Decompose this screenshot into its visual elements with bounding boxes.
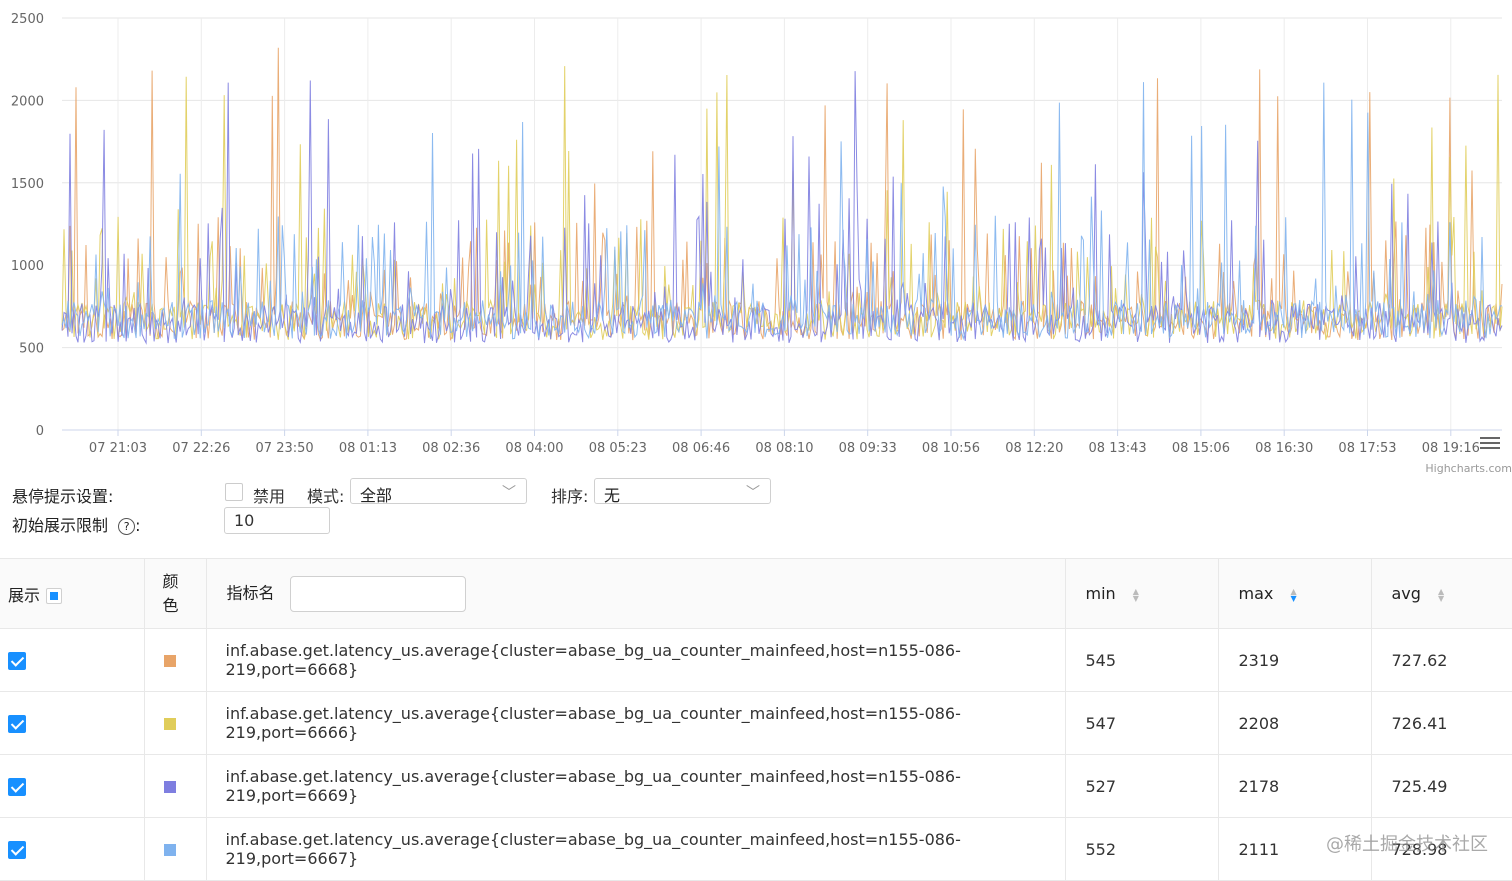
col-color-header: 颜 色 bbox=[144, 558, 207, 629]
sort-select[interactable]: 无 ﹀ bbox=[594, 478, 771, 505]
col-min-header[interactable]: min ▲ ▼ bbox=[1065, 558, 1219, 629]
col-name-label: 指标名 bbox=[226, 583, 275, 602]
show-checkbox[interactable] bbox=[8, 714, 26, 733]
col-show-label: 展示 bbox=[8, 585, 41, 605]
metric-name: inf.abase.get.latency_us.average{cluster… bbox=[206, 754, 1066, 818]
x-tick-label: 08 06:46 bbox=[672, 441, 730, 456]
table-row: inf.abase.get.latency_us.average{cluster… bbox=[0, 628, 1512, 692]
x-tick-label: 08 16:30 bbox=[1255, 441, 1313, 456]
metric-name: inf.abase.get.latency_us.average{cluster… bbox=[206, 817, 1066, 881]
x-tick-label: 08 13:43 bbox=[1089, 441, 1147, 456]
x-tick-label: 08 04:00 bbox=[505, 441, 563, 456]
hover-settings-label: 悬停提示设置: bbox=[12, 487, 114, 506]
metric-max: 2319 bbox=[1218, 628, 1372, 692]
col-avg-header[interactable]: avg ▲ ▼ bbox=[1371, 558, 1512, 629]
series-line-0 bbox=[61, 47, 1503, 342]
x-tick-label: 08 01:13 bbox=[339, 441, 397, 456]
show-checkbox[interactable] bbox=[8, 651, 26, 670]
metric-avg: 726.41 bbox=[1371, 691, 1512, 755]
x-tick-label: 07 22:26 bbox=[172, 441, 230, 456]
watermark: @稀土掘金技术社区 bbox=[1326, 834, 1488, 855]
series-color-swatch bbox=[163, 655, 176, 667]
disable-checkbox[interactable] bbox=[225, 483, 243, 501]
x-tick-label: 08 17:53 bbox=[1338, 441, 1396, 456]
y-tick-label: 500 bbox=[19, 342, 44, 357]
y-tick-label: 2000 bbox=[11, 94, 44, 109]
hover-settings: 悬停提示设置: 禁用 模式: 全部 ﹀ 排序: 无 ﹀ 初始展示限制 ?: 10 bbox=[0, 478, 1512, 558]
col-min-label: min bbox=[1085, 584, 1116, 603]
metric-avg: 725.49 bbox=[1371, 754, 1512, 818]
sort-icon[interactable]: ▲ ▼ bbox=[1290, 587, 1296, 602]
x-tick-label: 08 15:06 bbox=[1172, 441, 1230, 456]
disable-label: 禁用 bbox=[253, 487, 286, 506]
metric-min: 527 bbox=[1065, 754, 1219, 818]
show-checkbox[interactable] bbox=[8, 777, 26, 796]
y-tick-label: 1000 bbox=[11, 259, 44, 274]
initial-limit-value: 10 bbox=[234, 511, 255, 530]
col-name-header: 指标名 bbox=[206, 558, 1066, 629]
col-color-label-2: 色 bbox=[162, 595, 179, 615]
sort-select-value: 无 bbox=[604, 486, 621, 505]
metric-name: inf.abase.get.latency_us.average{cluster… bbox=[206, 691, 1066, 755]
x-tick-label: 07 23:50 bbox=[256, 441, 314, 456]
sort-label: 排序: bbox=[551, 487, 589, 506]
metric-name-filter-input[interactable] bbox=[289, 575, 466, 612]
mode-select-value: 全部 bbox=[360, 486, 393, 505]
metric-min: 547 bbox=[1065, 691, 1219, 755]
x-tick-label: 08 05:23 bbox=[589, 441, 647, 456]
initial-limit-text: 初始展示限制 bbox=[12, 516, 109, 535]
table-row: inf.abase.get.latency_us.average{cluster… bbox=[0, 754, 1512, 818]
table-row: inf.abase.get.latency_us.average{cluster… bbox=[0, 691, 1512, 755]
col-avg-label: avg bbox=[1391, 584, 1421, 603]
help-icon[interactable]: ? bbox=[118, 518, 136, 535]
chevron-down-icon: ﹀ bbox=[746, 485, 760, 501]
series-color-swatch bbox=[163, 781, 176, 793]
mode-select[interactable]: 全部 ﹀ bbox=[350, 478, 527, 505]
metric-name: inf.abase.get.latency_us.average{cluster… bbox=[206, 628, 1066, 692]
x-tick-label: 08 02:36 bbox=[422, 441, 480, 456]
show-checkbox[interactable] bbox=[8, 840, 26, 859]
y-tick-label: 2500 bbox=[11, 12, 44, 27]
x-tick-label: 08 19:16 bbox=[1422, 441, 1480, 456]
x-tick-label: 08 10:56 bbox=[922, 441, 980, 456]
latency-chart-svg: 2500 2000 1500 1000 500 0 07 21:03 07 22:26 07 2… bbox=[11, 12, 1512, 475]
col-max-header[interactable]: max ▲ ▼ bbox=[1218, 558, 1372, 629]
initial-limit-input[interactable]: 10 bbox=[224, 507, 330, 534]
x-tick-label: 08 09:33 bbox=[839, 441, 897, 456]
chevron-down-icon: ﹀ bbox=[502, 485, 516, 501]
x-tick-label: 07 21:03 bbox=[89, 441, 147, 456]
series-color-swatch bbox=[163, 718, 176, 730]
col-max-label: max bbox=[1238, 584, 1274, 603]
y-tick-label: 0 bbox=[36, 424, 44, 439]
chart-credits: Highcharts.com bbox=[1425, 462, 1512, 475]
y-tick-label: 1500 bbox=[11, 177, 44, 192]
initial-limit-label: 初始展示限制 ?: bbox=[12, 512, 141, 536]
x-tick-label: 08 12:20 bbox=[1005, 441, 1063, 456]
chart-menu-icon[interactable] bbox=[1480, 434, 1500, 452]
metrics-table: 展示 颜 色 指标名 min ▲ ▼ max ▲ ▼ avg ▲ ▼ inf.a… bbox=[0, 558, 1512, 881]
metric-max: 2208 bbox=[1218, 691, 1372, 755]
x-tick-label: 08 08:10 bbox=[755, 441, 813, 456]
mode-label: 模式: bbox=[307, 487, 345, 506]
initial-limit-colon: : bbox=[135, 516, 141, 535]
latency-chart: 2500 2000 1500 1000 500 0 07 21:03 07 22:26 07 2… bbox=[0, 0, 1512, 480]
metric-max: 2178 bbox=[1218, 754, 1372, 818]
select-all-checkbox[interactable] bbox=[46, 588, 63, 604]
metric-min: 545 bbox=[1065, 628, 1219, 692]
table-row: inf.abase.get.latency_us.average{cluster… bbox=[0, 817, 1512, 881]
metric-avg: 727.62 bbox=[1371, 628, 1512, 692]
sort-icon[interactable]: ▲ ▼ bbox=[1133, 587, 1139, 602]
series-color-swatch bbox=[163, 844, 176, 856]
table-header-row: 展示 颜 色 指标名 min ▲ ▼ max ▲ ▼ avg ▲ ▼ bbox=[0, 558, 1512, 629]
col-show-header: 展示 bbox=[0, 558, 145, 629]
metric-min: 552 bbox=[1065, 817, 1219, 881]
sort-icon[interactable]: ▲ ▼ bbox=[1438, 587, 1444, 602]
col-color-label-1: 颜 bbox=[162, 571, 179, 591]
